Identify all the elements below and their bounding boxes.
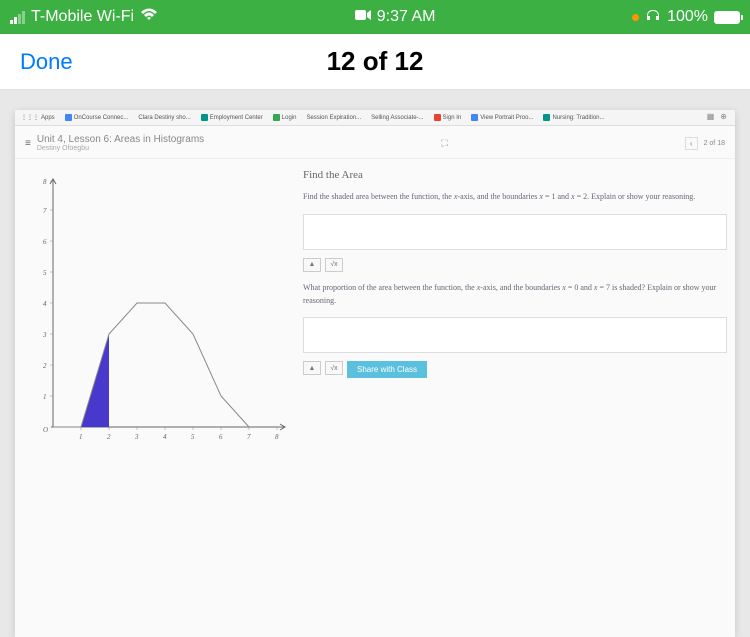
bookmark-item[interactable]: Login [273,114,297,121]
x-ticks: 1 2 3 4 5 6 7 8 [79,427,279,441]
bookmark-item[interactable]: Session Expiration... [306,115,361,121]
expand-icon[interactable]: ⛶ [441,138,447,149]
lesson-header: ≡ Unit 4, Lesson 6: Areas in Histograms … [15,126,735,159]
svg-text:7: 7 [247,433,251,441]
student-name: Destiny Ofoegbu [37,145,204,152]
nav-bar: Done 12 of 12 [0,34,750,90]
bookmark-item[interactable]: Clara Destiny sho... [138,115,190,121]
main-content: 1 2 3 4 5 6 7 8 1 2 3 [15,159,735,474]
math-tool-icon[interactable]: √x [325,258,343,272]
svg-text:5: 5 [43,269,47,277]
toolbar-1: ▲ √x [303,258,727,272]
time-label: 9:37 AM [377,8,436,26]
camera-icon [355,8,371,26]
chart-container: 1 2 3 4 5 6 7 8 1 2 3 [23,169,293,464]
page-indicator: 12 of 12 [327,46,424,77]
menu-icon[interactable]: ≡ [25,138,31,149]
headphone-icon [645,8,661,27]
svg-text:6: 6 [43,238,47,246]
svg-text:2: 2 [43,362,47,370]
battery-label: 100% [667,8,708,26]
battery-icon [714,11,740,24]
search-icon[interactable]: ⊕ [720,112,727,121]
apps-bookmark[interactable]: ⋮⋮⋮ Apps [21,114,55,121]
question-1: Find the shaded area between the functio… [303,191,727,204]
svg-text:5: 5 [191,433,195,441]
question-2: What proportion of the area between the … [303,282,727,308]
math-tool-icon[interactable]: √x [325,361,343,375]
function-curve [53,303,249,427]
bookmark-item[interactable]: Nursing: Tradition... [543,114,604,121]
svg-text:7: 7 [43,207,47,215]
svg-text:1: 1 [43,393,47,401]
svg-text:2: 2 [107,433,111,441]
image-tool-icon[interactable]: ▲ [303,258,321,272]
bookmark-item[interactable]: View Portrait Proo... [471,114,533,121]
qr-icon[interactable]: ▦ [707,112,715,121]
svg-text:3: 3 [42,331,47,339]
status-right: 100% [632,8,740,27]
share-button[interactable]: Share with Class [347,361,427,378]
carrier-label: T-Mobile Wi-Fi [31,8,134,26]
bookmark-item[interactable]: Sign In [434,114,462,121]
svg-text:3: 3 [134,433,139,441]
answer-input-2[interactable] [303,317,727,353]
progress-label: 2 of 18 [704,140,725,147]
image-tool-icon[interactable]: ▲ [303,361,321,375]
y-ticks: 1 2 3 4 5 6 7 8 [42,178,53,401]
status-left: T-Mobile Wi-Fi [10,8,158,27]
bookmark-item[interactable]: Employment Center [201,114,263,121]
bookmark-item[interactable]: OnCourse Connec... [65,114,129,121]
wifi-icon [140,8,158,27]
svg-text:8: 8 [43,178,47,186]
svg-text:1: 1 [79,433,83,441]
top-icons: ▦ ⊕ [707,112,727,121]
recording-indicator-icon [632,14,639,21]
screenshot-content: ▦ ⊕ ⋮⋮⋮ Apps OnCourse Connec... Clara De… [15,110,735,637]
lesson-title: Unit 4, Lesson 6: Areas in Histograms [37,134,204,145]
svg-text:4: 4 [43,300,47,308]
svg-text:8: 8 [275,433,279,441]
histogram-chart: 1 2 3 4 5 6 7 8 1 2 3 [23,169,293,459]
section-heading: Find the Area [303,169,727,181]
toolbar-2: ▲ √x Share with Class [303,361,727,378]
answer-input-1[interactable] [303,214,727,250]
signal-icon [10,11,25,24]
svg-text:4: 4 [163,433,167,441]
questions-panel: Find the Area Find the shaded area betwe… [303,169,727,464]
bookmarks-bar: ⋮⋮⋮ Apps OnCourse Connec... Clara Destin… [15,110,735,126]
prev-button[interactable]: ‹ [685,137,698,150]
svg-text:6: 6 [219,433,223,441]
bookmark-item[interactable]: Selling Associate-... [371,115,423,121]
svg-text:O: O [43,426,48,434]
status-center: 9:37 AM [355,8,436,26]
status-bar: T-Mobile Wi-Fi 9:37 AM 100% [0,0,750,34]
done-button[interactable]: Done [20,49,73,75]
photo-viewer[interactable]: ▦ ⊕ ⋮⋮⋮ Apps OnCourse Connec... Clara De… [0,90,750,637]
